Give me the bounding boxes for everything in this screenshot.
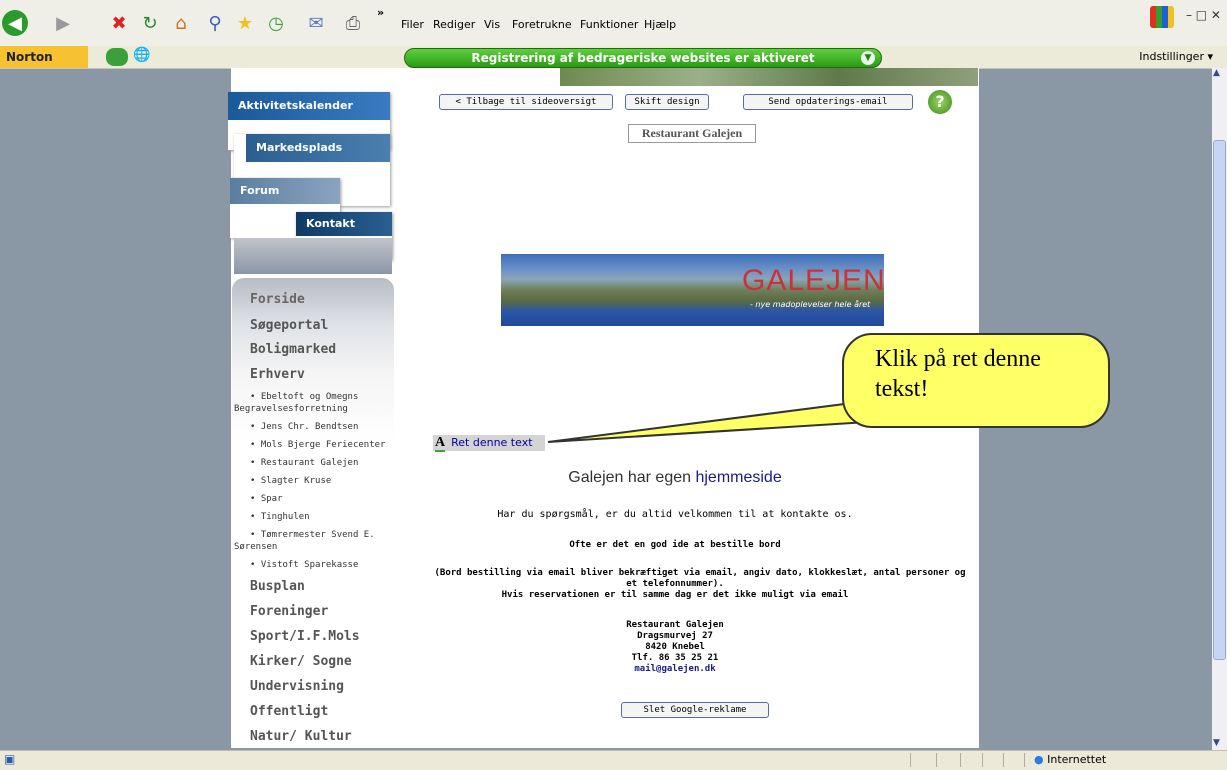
nav-sub-tinghulen[interactable]: • Tinghulen xyxy=(250,511,310,523)
nav-kirker[interactable]: Kirker/ Sogne xyxy=(250,654,352,669)
nav-offentligt[interactable]: Offentligt xyxy=(250,704,328,719)
address-city: 8420 Knebel xyxy=(645,642,705,652)
tip-text: Ofte er det en god ide at bestille bord xyxy=(569,540,781,550)
side-navigation: Forside Søgeportal Boligmarked Erhverv •… xyxy=(232,278,394,748)
page-title: Restaurant Galejen xyxy=(628,124,756,143)
nav-sub-slagter[interactable]: • Slagter Kruse xyxy=(250,475,331,487)
menu-vis[interactable]: Vis xyxy=(484,18,500,31)
windows-logo-icon xyxy=(1150,6,1174,28)
home-icon[interactable]: ⌂ xyxy=(168,10,194,36)
email-link[interactable]: mail@galejen.dk xyxy=(425,664,925,674)
address-street: Dragsmurvej 27 xyxy=(637,631,713,641)
back-to-overview-button[interactable]: < Tilbage til sideoversigt xyxy=(439,94,613,110)
remove-google-ads-button[interactable]: Slet Google-reklame xyxy=(621,702,769,718)
page-icon: ▣ xyxy=(4,752,16,766)
address-name: Restaurant Galejen xyxy=(626,620,724,630)
nav-sub-tomrer-cont[interactable]: Sørensen xyxy=(234,541,277,553)
settings-label: Indstillinger xyxy=(1139,50,1204,63)
chevron-down-icon[interactable]: ▼ xyxy=(861,51,875,65)
nav-soegeportal[interactable]: Søgeportal xyxy=(250,318,328,333)
menu-hjaelp[interactable]: Hjælp xyxy=(644,18,676,31)
address-phone: Tlf. 86 35 25 21 xyxy=(631,653,719,663)
booking-note-1: (Bord bestilling via email bliver bekræf… xyxy=(434,568,966,578)
monitor-icon[interactable] xyxy=(106,48,128,66)
nav-sport[interactable]: Sport/I.F.Mols xyxy=(250,629,360,644)
scroll-down-icon[interactable]: ▼ xyxy=(1213,738,1220,748)
homepage-link[interactable]: hjemmeside xyxy=(695,469,781,486)
menu-rediger[interactable]: Rediger xyxy=(433,18,475,31)
zone-label: Internettet xyxy=(1047,753,1107,766)
edit-text-label: Ret denne text xyxy=(451,436,533,449)
nav-sub-jens[interactable]: • Jens Chr. Bendtsen xyxy=(250,421,358,433)
nav-sub-galejen[interactable]: • Restaurant Galejen xyxy=(250,457,358,469)
globe-icon[interactable]: 🌐 xyxy=(133,47,150,63)
norton-logo: Norton xyxy=(0,46,88,68)
norton-status-bar[interactable]: Registrering af bedrageriske websites er… xyxy=(404,48,882,68)
status-divider xyxy=(1003,753,1004,767)
nav-natur[interactable]: Natur/ Kultur xyxy=(250,729,352,744)
favorites-icon[interactable]: ★ xyxy=(232,10,258,36)
nav-erhverv[interactable]: Erhverv xyxy=(250,367,305,382)
window-controls[interactable]: – □ ✕ xyxy=(1186,8,1221,22)
nav-boligmarked[interactable]: Boligmarked xyxy=(250,342,336,357)
history-icon[interactable]: ◷ xyxy=(263,10,289,36)
nav-foreninger[interactable]: Foreninger xyxy=(250,604,328,619)
refresh-icon[interactable]: ↻ xyxy=(137,10,163,36)
menu-funktioner[interactable]: Funktioner xyxy=(580,18,638,31)
tab-label: Forum xyxy=(230,178,340,204)
banner-title: GALEJEN xyxy=(742,264,886,297)
content-heading: Galejen har egen hjemmeside xyxy=(425,469,925,487)
tab-label: Kontakt xyxy=(296,212,392,236)
nav-sub-tomrer[interactable]: • Tømrermester Svend E. xyxy=(250,529,375,541)
tab-label: Aktivitetskalender xyxy=(228,92,390,120)
nav-undervisning[interactable]: Undervisning xyxy=(250,679,344,694)
send-update-email-button[interactable]: Send opdaterings-email xyxy=(743,94,913,110)
stop-icon[interactable]: ✖ xyxy=(106,10,132,36)
status-divider xyxy=(982,753,983,767)
callout-text: Klik på ret denne tekst! xyxy=(875,346,1041,402)
menu-foretrukne[interactable]: Foretrukne xyxy=(512,18,572,31)
print-icon[interactable]: ⎙ xyxy=(340,10,366,36)
edit-text-icon: A xyxy=(435,435,446,452)
scroll-up-icon[interactable]: ▲ xyxy=(1213,68,1220,78)
nav-sub-vistoft[interactable]: • Vistoft Sparekasse xyxy=(250,559,358,571)
status-divider xyxy=(1024,753,1025,767)
tab-label: Markedsplads xyxy=(246,134,390,162)
security-zone: ● Internettet xyxy=(1034,753,1106,766)
booking-note-3: Hvis reservationen er til samme dag er d… xyxy=(501,590,849,600)
nav-forside[interactable]: Forside xyxy=(250,292,305,307)
norton-settings[interactable]: Indstillinger ▾ xyxy=(1139,50,1213,63)
help-icon[interactable]: ? xyxy=(928,90,952,114)
search-icon[interactable]: ⚲ xyxy=(202,10,228,36)
forward-icon[interactable]: ▶ xyxy=(50,10,76,36)
banner-subtitle: - nye madoplevelser hele året xyxy=(750,300,871,309)
browser-toolbar: ◀ ▶ ✖ ↻ ⌂ ⚲ ★ ◷ ✉ ⎙ » Filer Rediger Vis … xyxy=(0,0,1227,47)
booking-note-2: et telefonnummer). xyxy=(626,579,724,589)
nav-sub-ebeltoft[interactable]: • Ebeltoft og Omegns xyxy=(250,391,358,403)
status-divider xyxy=(910,753,911,767)
change-design-button[interactable]: Skift design xyxy=(625,94,709,110)
menu-filer[interactable]: Filer xyxy=(401,18,424,31)
nav-sub-ebeltoft-cont[interactable]: Begravelsesforretning xyxy=(234,403,348,415)
norton-message: Registrering af bedrageriske websites er… xyxy=(471,51,815,65)
edit-text-button[interactable]: A Ret denne text xyxy=(433,435,545,452)
heading-text: Galejen har egen xyxy=(568,469,696,486)
nav-sub-spar[interactable]: • Spar xyxy=(250,493,283,505)
globe-icon: ● xyxy=(1034,753,1044,766)
back-icon[interactable]: ◀ xyxy=(2,10,28,36)
header-image xyxy=(560,68,978,86)
toolbar-more[interactable]: » xyxy=(377,6,384,19)
scrollbar-thumb[interactable] xyxy=(1213,140,1226,660)
nav-busplan[interactable]: Busplan xyxy=(250,579,305,594)
status-divider xyxy=(936,753,937,767)
welcome-text: Har du spørgsmål, er du altid velkommen … xyxy=(497,509,853,520)
status-divider xyxy=(960,753,961,767)
tab-shadow xyxy=(234,238,392,274)
mail-icon[interactable]: ✉ xyxy=(303,10,329,36)
nav-sub-mols[interactable]: • Mols Bjerge Feriecenter xyxy=(250,439,385,451)
